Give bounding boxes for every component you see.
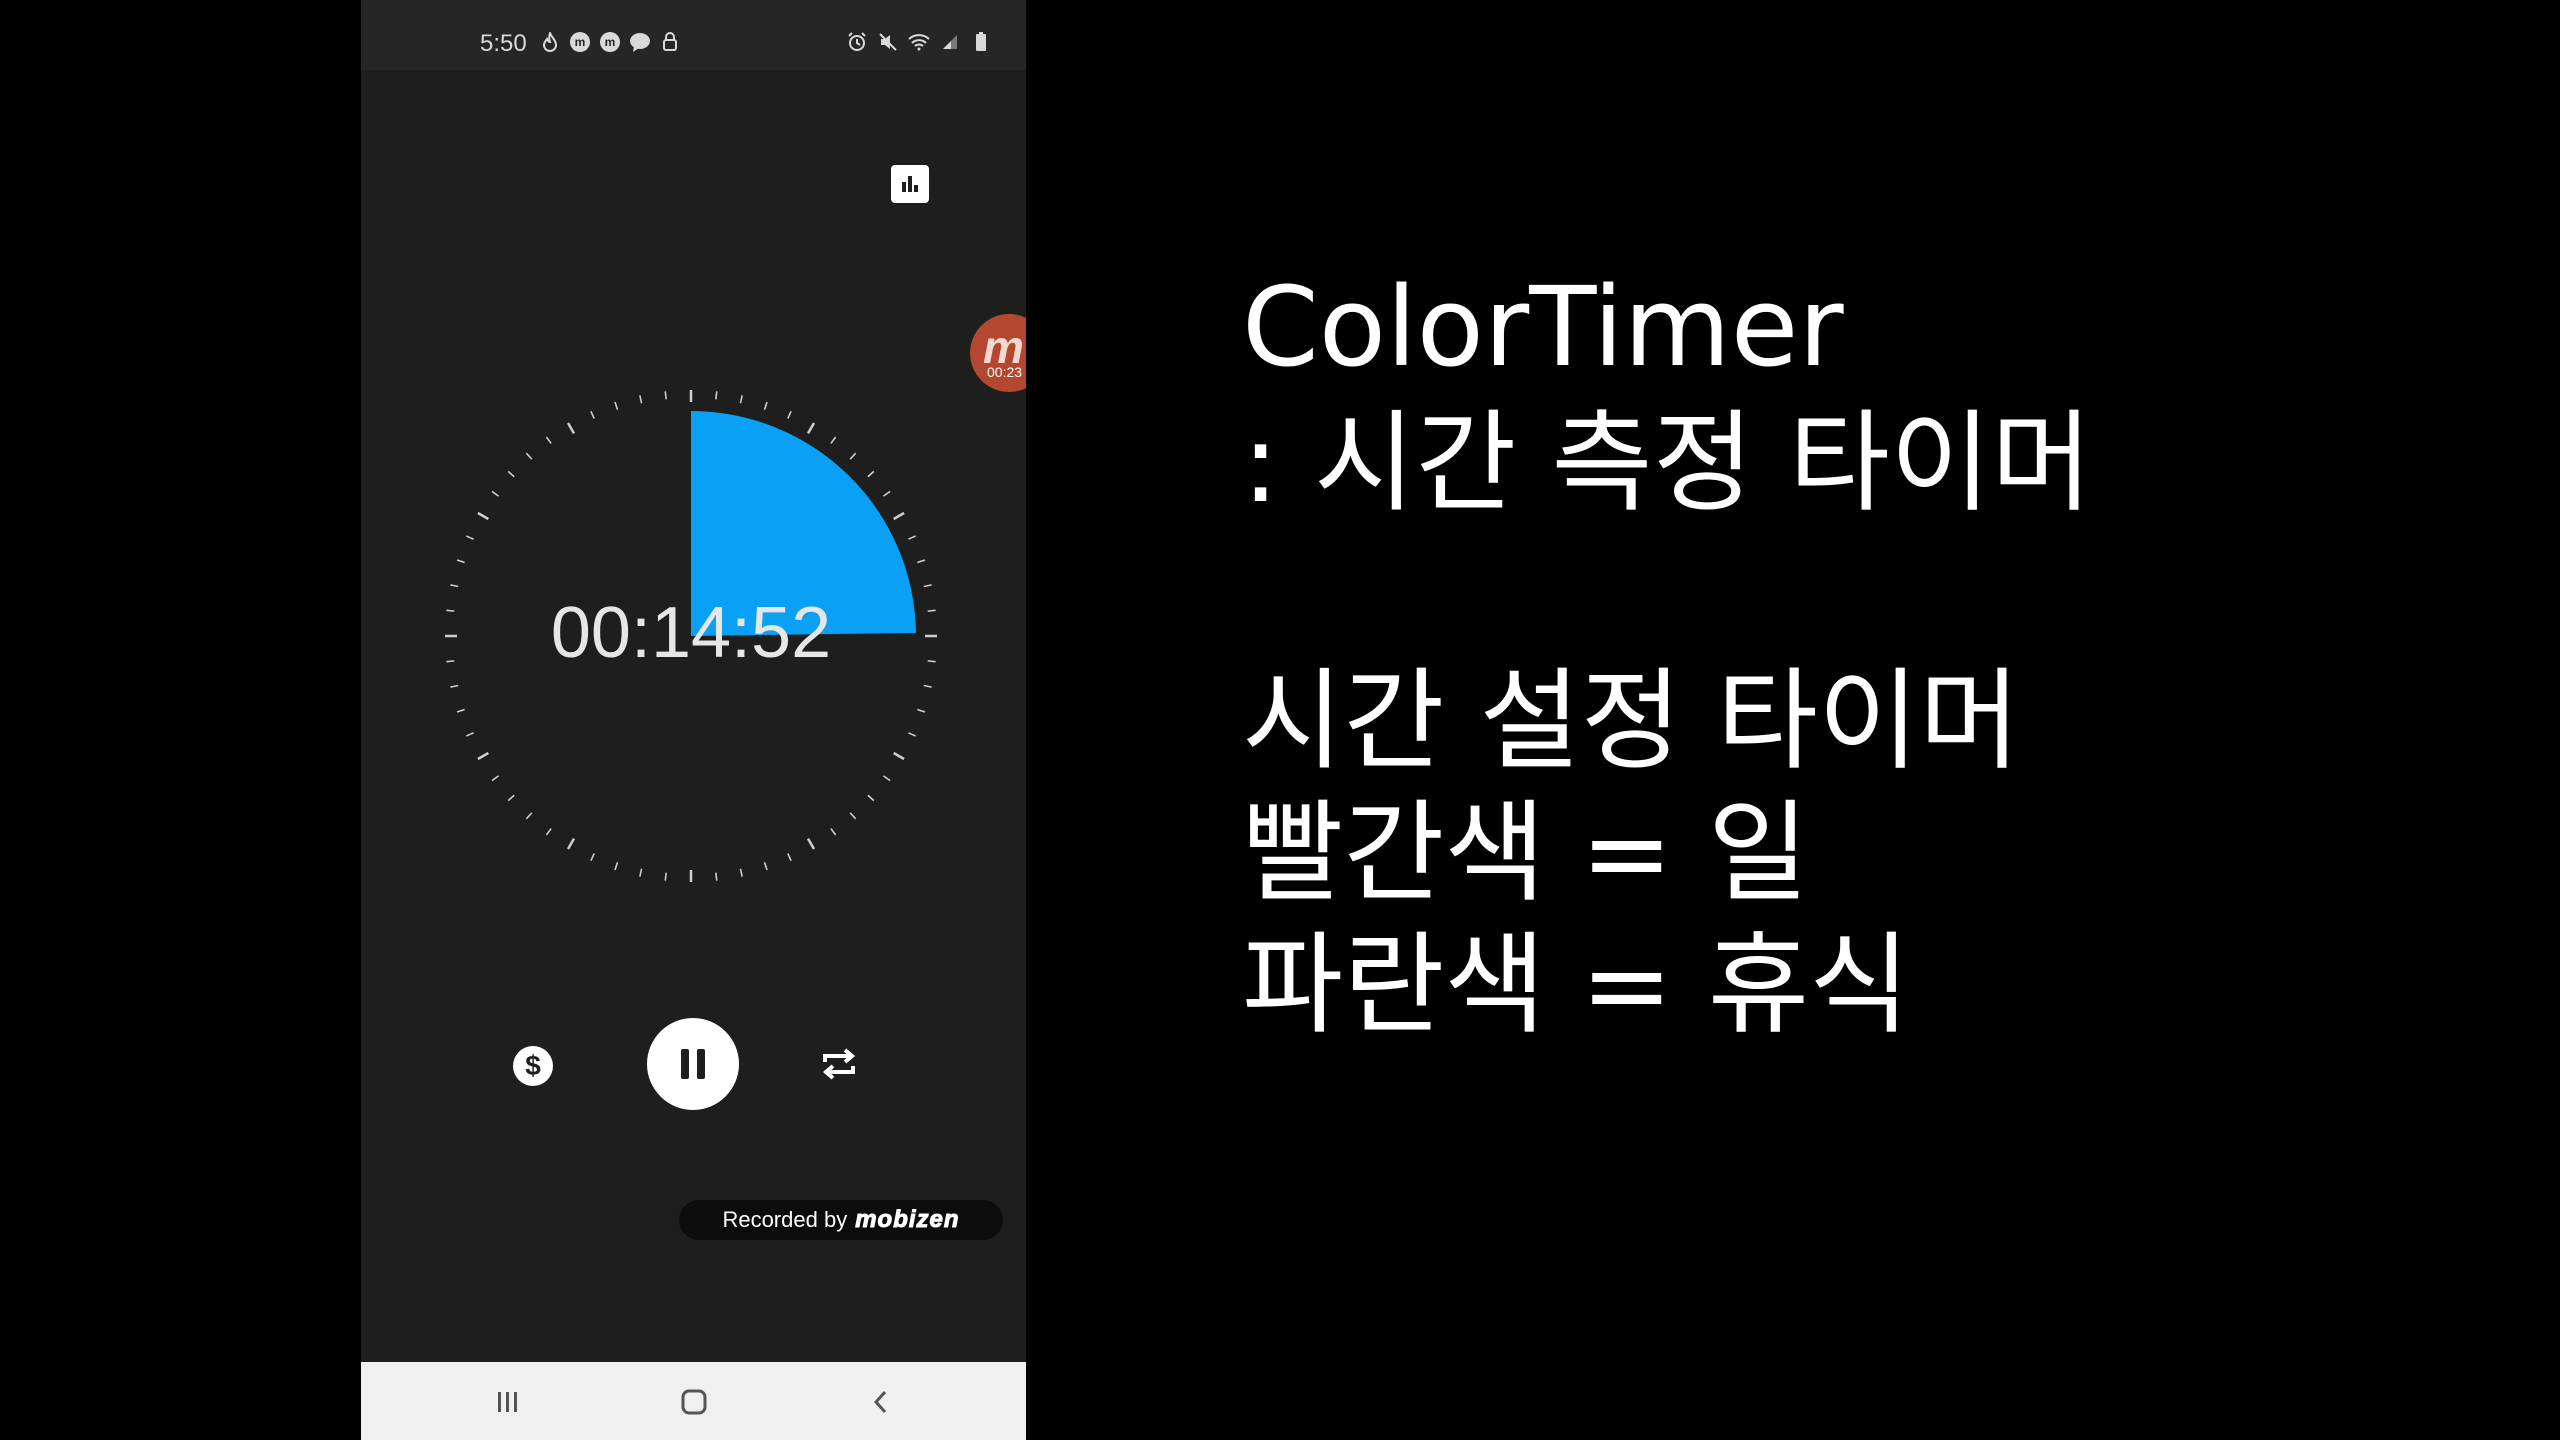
pause-icon: [681, 1049, 705, 1079]
dial-tick: [664, 872, 667, 881]
flame-icon: [539, 31, 561, 53]
dial-tick: [477, 751, 489, 761]
dial-tick: [450, 684, 459, 688]
caption-line-3: 시간 설정 타이머: [1242, 657, 2021, 785]
mute-icon: [877, 31, 899, 53]
dial-tick: [545, 828, 552, 836]
m-badge-icon: m: [599, 31, 621, 53]
recent-apps-icon[interactable]: [488, 1386, 528, 1418]
dial-tick: [590, 853, 595, 862]
mobizen-wordmark: mobizen: [855, 1206, 960, 1234]
dial-tick: [450, 584, 459, 588]
dial-tick: [908, 535, 917, 540]
dial-tick: [763, 401, 768, 410]
dial-tick: [923, 684, 932, 688]
dial-tick: [507, 470, 515, 478]
svg-text:m: m: [575, 35, 586, 49]
back-icon[interactable]: [861, 1386, 901, 1418]
dial-tick: [893, 511, 905, 521]
statistics-button[interactable]: [891, 165, 929, 203]
repeat-button[interactable]: [817, 1042, 861, 1086]
dial-tick: [525, 812, 533, 820]
dial-tick: [923, 584, 932, 588]
dial-tick: [830, 436, 837, 444]
caption-line-2: : 시간 측정 타이머: [1242, 399, 2093, 527]
dollar-button[interactable]: $: [511, 1044, 555, 1088]
dial-tick: [867, 794, 875, 802]
dial-tick: [883, 775, 891, 782]
wifi-icon: [908, 31, 930, 53]
notification-icons: m m: [539, 31, 681, 53]
dial-tick: [446, 609, 455, 612]
recorded-by-badge: Recorded by mobizen: [679, 1200, 1003, 1240]
dial-tick: [927, 609, 936, 612]
recording-time: 00:23: [987, 364, 1023, 380]
dial-tick: [787, 853, 792, 862]
lock-icon: [659, 31, 681, 53]
svg-text:m: m: [605, 35, 616, 49]
dial-tick: [465, 535, 474, 540]
caption-line-4: 빨간색 = 일: [1242, 789, 1809, 917]
dial-tick: [917, 559, 926, 564]
navigation-bar: [361, 1362, 1026, 1440]
timer-display: 00:14:52: [550, 593, 832, 673]
dial-tick: [715, 391, 718, 400]
dial-tick: [639, 868, 643, 877]
dial-tick: [893, 751, 905, 761]
status-time: 5:50: [480, 30, 527, 57]
m-badge-icon: m: [569, 31, 591, 53]
pause-button[interactable]: [647, 1018, 739, 1110]
dial-tick: [908, 732, 917, 737]
dial-tick: [590, 410, 595, 419]
dial-tick: [639, 395, 643, 404]
dial-tick: [525, 452, 533, 460]
system-icons: [846, 31, 992, 53]
svg-text:$: $: [525, 1050, 541, 1081]
dial-tick: [806, 838, 816, 850]
dollar-icon: $: [513, 1046, 553, 1086]
phone-screen: 5:50 m m m 00:23 00:14:52 $ Recorded by …: [361, 0, 1026, 1440]
dial-tick: [927, 660, 936, 663]
dial-tick: [545, 436, 552, 444]
dial-tick: [566, 838, 576, 850]
dial-tick: [806, 422, 816, 434]
dial-tick: [787, 410, 792, 419]
dial-tick: [491, 775, 499, 782]
chat-bubble-icon: [629, 31, 651, 53]
recorded-by-label: Recorded by: [722, 1207, 848, 1232]
dial-tick: [849, 452, 857, 460]
dial-tick: [883, 490, 891, 497]
signal-icon: [939, 31, 961, 53]
dial-tick: [614, 862, 619, 871]
dial-tick: [456, 559, 465, 564]
dial-tick: [566, 422, 576, 434]
repeat-icon: [822, 1048, 856, 1080]
mobizen-floating-button[interactable]: m 00:23: [970, 314, 1026, 392]
alarm-icon: [846, 31, 868, 53]
dial-tick: [917, 708, 926, 713]
dial-tick: [491, 490, 499, 497]
dial-tick: [664, 391, 667, 400]
dial-tick: [465, 732, 474, 737]
dial-tick: [849, 812, 857, 820]
dial-tick: [830, 828, 837, 836]
dial-tick: [456, 708, 465, 713]
caption-line-5: 파란색 = 휴식: [1242, 921, 1911, 1049]
home-icon[interactable]: [674, 1386, 714, 1418]
dial-tick: [763, 862, 768, 871]
caption-line-1: ColorTimer: [1242, 263, 1844, 391]
dial-tick: [614, 401, 619, 410]
dial-tick: [715, 872, 718, 881]
bar-chart-icon: [902, 176, 918, 192]
battery-icon: [970, 31, 992, 53]
dial-tick: [446, 660, 455, 663]
dial-tick: [507, 794, 515, 802]
status-bar: 5:50 m m: [361, 0, 1026, 70]
dial-tick: [739, 868, 743, 877]
dial-tick: [739, 395, 743, 404]
dial-tick: [867, 470, 875, 478]
dial-tick: [477, 511, 489, 521]
